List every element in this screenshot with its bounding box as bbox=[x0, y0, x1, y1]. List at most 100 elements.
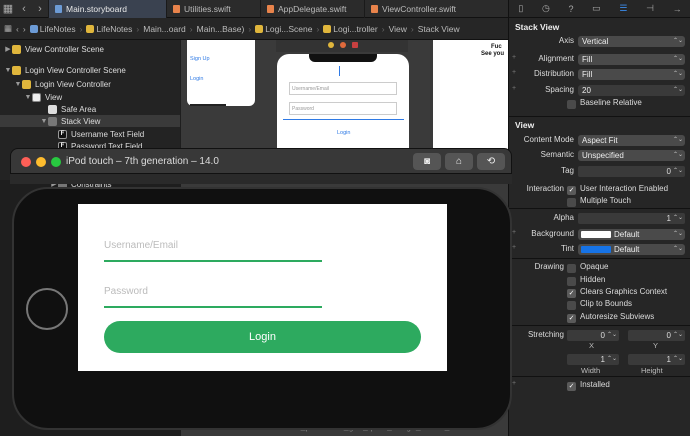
stretch-width-field[interactable]: 1 bbox=[567, 354, 619, 365]
add-variation-icon[interactable]: + bbox=[512, 85, 516, 92]
history-icon[interactable]: ◷ bbox=[542, 3, 550, 14]
scene-preview[interactable]: Sign Up Login bbox=[187, 40, 255, 106]
disclosure-icon[interactable]: ▼ bbox=[4, 67, 12, 74]
stretch-height-field[interactable]: 1 bbox=[628, 354, 685, 365]
tab-viewcontroller-swift[interactable]: ViewController.swift bbox=[364, 0, 474, 18]
rotate-button[interactable]: ⟲ bbox=[477, 153, 505, 170]
screenshot-button[interactable]: ◙ bbox=[413, 153, 441, 170]
breadcrumb-item[interactable]: LifeNotes bbox=[86, 24, 132, 34]
preview-password-field[interactable]: Password bbox=[289, 102, 397, 115]
content-mode-select[interactable]: Aspect Fit bbox=[578, 135, 685, 146]
identity-icon[interactable]: ▭ bbox=[592, 3, 601, 14]
phone-preview[interactable]: Username/Email Password Login bbox=[277, 54, 409, 150]
outline-item[interactable]: ▼ Login View Controller bbox=[14, 78, 111, 90]
simulator-title-bar[interactable]: iPod touch – 7th generation – 14.0 ◙ ⌂ ⟲ bbox=[10, 148, 512, 174]
connections-icon[interactable]: → bbox=[673, 4, 682, 14]
login-button[interactable]: Login bbox=[104, 321, 421, 353]
background-color-select[interactable]: Default bbox=[578, 229, 685, 240]
password-placeholder[interactable]: Password bbox=[104, 286, 148, 297]
add-variation-icon[interactable]: + bbox=[512, 69, 516, 76]
preview-login-button[interactable]: Login bbox=[337, 130, 350, 136]
breadcrumb-item[interactable]: Main...Base) bbox=[197, 24, 245, 34]
grid-icon[interactable]: ▦ bbox=[0, 2, 16, 15]
home-button[interactable]: ⌂ bbox=[445, 153, 473, 170]
exit-icon[interactable] bbox=[352, 42, 358, 48]
semantic-select[interactable]: Unspecified bbox=[578, 150, 685, 161]
chevron-right-icon: › bbox=[136, 23, 140, 34]
breadcrumb: ▦ ‹ › LifeNotes › LifeNotes › Main...oar… bbox=[0, 18, 508, 40]
controller-icon bbox=[22, 79, 31, 89]
chevron-right-icon[interactable]: › bbox=[23, 24, 26, 34]
disclosure-icon[interactable]: ▼ bbox=[14, 81, 22, 88]
tab-appdelegate-swift[interactable]: AppDelegate.swift bbox=[260, 0, 364, 18]
background-row: + Background Default bbox=[509, 229, 690, 242]
breadcrumb-item[interactable]: Main...oard bbox=[143, 24, 186, 34]
opaque-checkbox[interactable] bbox=[567, 264, 576, 273]
tag-field[interactable]: 0 bbox=[578, 166, 685, 177]
scene-dock bbox=[276, 40, 408, 52]
folder-icon bbox=[86, 25, 95, 34]
chevron-left-icon[interactable]: ‹ bbox=[16, 24, 19, 34]
stretch-y-field[interactable]: 0 bbox=[628, 330, 685, 341]
signup-link[interactable]: Sign Up bbox=[190, 56, 210, 62]
grid-icon[interactable]: ▦ bbox=[4, 23, 12, 34]
baseline-relative-checkbox[interactable] bbox=[567, 100, 576, 109]
chevron-left-icon[interactable]: ‹ bbox=[16, 3, 32, 15]
tab-utilities-swift[interactable]: Utilities.swift bbox=[166, 0, 260, 18]
clip-bounds-checkbox[interactable] bbox=[567, 301, 576, 310]
breadcrumb-item[interactable]: Logi...troller bbox=[323, 24, 378, 34]
clears-context-checkbox[interactable]: ✓ bbox=[567, 289, 576, 298]
breadcrumb-item[interactable]: View bbox=[389, 24, 407, 34]
disclosure-icon[interactable]: ▼ bbox=[24, 94, 32, 101]
outline-item[interactable]: ▼ Login View Controller Scene bbox=[4, 64, 126, 76]
alpha-field[interactable]: 1 bbox=[578, 213, 685, 224]
installed-checkbox[interactable]: ✓ bbox=[567, 382, 576, 391]
add-variation-icon[interactable]: + bbox=[512, 54, 516, 61]
alignment-select[interactable]: Fill bbox=[578, 54, 685, 65]
outline-item[interactable]: Safe Area bbox=[40, 103, 96, 115]
outline-item-selected[interactable]: ▼ Stack View bbox=[0, 115, 180, 127]
disclosure-icon[interactable]: ▼ bbox=[40, 118, 48, 125]
minimize-window-button[interactable] bbox=[36, 157, 46, 167]
outline-item[interactable]: F Username Text Field bbox=[58, 128, 144, 140]
multiple-touch-checkbox[interactable] bbox=[567, 198, 576, 207]
attributes-icon[interactable]: ☰ bbox=[619, 3, 627, 14]
first-responder-icon[interactable] bbox=[340, 42, 346, 48]
scene-preview-right[interactable]: Fuc See you bbox=[433, 40, 508, 150]
device-home-button[interactable] bbox=[26, 288, 68, 330]
swift-file-icon bbox=[371, 4, 378, 13]
hidden-checkbox[interactable] bbox=[567, 277, 576, 286]
zoom-window-button[interactable] bbox=[51, 157, 61, 167]
disclosure-icon[interactable]: ▶ bbox=[4, 45, 12, 53]
editor-tab-bar: ▦ ‹ › Main.storyboard Utilities.swift Ap… bbox=[0, 0, 508, 18]
user-interaction-checkbox[interactable]: ✓ bbox=[567, 186, 576, 195]
outline-item[interactable]: ▶ View Controller Scene bbox=[4, 43, 104, 55]
breadcrumb-item[interactable]: Logi...Scene bbox=[255, 24, 312, 34]
outline-item[interactable]: ▼ View bbox=[24, 91, 62, 103]
stretch-x-field[interactable]: 0 bbox=[567, 330, 619, 341]
spacing-field[interactable]: 20 bbox=[578, 85, 685, 96]
file-icon[interactable]: ▯ bbox=[518, 3, 523, 14]
ruler-icon[interactable]: ⊣ bbox=[646, 3, 654, 14]
tab-main-storyboard[interactable]: Main.storyboard bbox=[48, 0, 166, 18]
preview-username-field[interactable]: Username/Email bbox=[289, 82, 397, 95]
distribution-row: + Distribution Fill bbox=[509, 69, 690, 82]
username-placeholder[interactable]: Username/Email bbox=[104, 240, 178, 251]
add-variation-icon[interactable]: + bbox=[512, 380, 516, 387]
autoresize-checkbox[interactable]: ✓ bbox=[567, 314, 576, 323]
controller-dock-icon[interactable] bbox=[328, 42, 334, 48]
add-variation-icon[interactable]: + bbox=[512, 229, 516, 236]
simulator-window-gap bbox=[10, 174, 512, 184]
distribution-select[interactable]: Fill bbox=[578, 69, 685, 80]
login-link[interactable]: Login bbox=[190, 76, 203, 82]
help-icon[interactable]: ? bbox=[568, 4, 573, 14]
chevron-right-icon[interactable]: › bbox=[32, 3, 48, 15]
spacing-row: + Spacing 20 bbox=[509, 85, 690, 98]
tint-color-select[interactable]: Default bbox=[578, 244, 685, 255]
breadcrumb-item[interactable]: Stack View bbox=[418, 24, 460, 34]
close-window-button[interactable] bbox=[21, 157, 31, 167]
axis-row: Axis Vertical bbox=[509, 36, 690, 49]
add-variation-icon[interactable]: + bbox=[512, 244, 516, 251]
axis-select[interactable]: Vertical bbox=[578, 36, 685, 47]
breadcrumb-item[interactable]: LifeNotes bbox=[29, 24, 76, 34]
